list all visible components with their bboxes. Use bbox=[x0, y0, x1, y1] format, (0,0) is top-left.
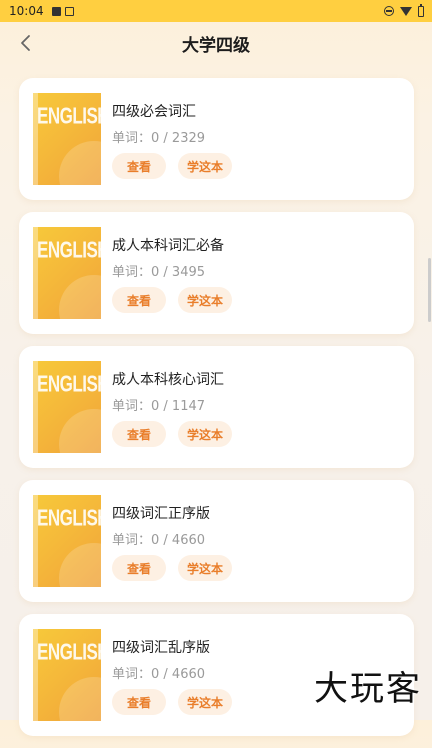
app-notification-icon bbox=[64, 6, 74, 16]
book-cover: ENGLISH bbox=[33, 93, 101, 185]
scrollbar[interactable] bbox=[428, 258, 431, 322]
book-title: 四级词汇乱序版 bbox=[112, 640, 210, 656]
word-count-label: 单词： bbox=[112, 265, 152, 280]
cover-text: ENGLISH bbox=[37, 103, 101, 129]
status-notification-icons bbox=[51, 6, 74, 16]
word-count-label: 单词： bbox=[112, 131, 152, 146]
word-count-value: 0 / 4660 bbox=[151, 533, 206, 548]
page-title: 大学四级 bbox=[182, 36, 250, 56]
book-card[interactable]: ENGLISH 四级词汇正序版 单词：0 / 4660 查看 学这本 bbox=[19, 480, 414, 602]
book-title: 成人本科词汇必备 bbox=[112, 238, 224, 254]
cover-swoosh bbox=[59, 275, 101, 319]
cover-text: ENGLISH bbox=[37, 371, 101, 397]
wifi-icon bbox=[400, 6, 412, 16]
book-title: 四级必会词汇 bbox=[112, 104, 196, 120]
view-button[interactable]: 查看 bbox=[112, 287, 166, 313]
word-count: 单词：0 / 1147 bbox=[112, 395, 205, 414]
cover-text: ENGLISH bbox=[37, 237, 101, 263]
cover-swoosh bbox=[59, 677, 101, 721]
header: 大学四级 bbox=[0, 22, 432, 66]
study-book-button[interactable]: 学这本 bbox=[178, 421, 232, 447]
book-cover: ENGLISH bbox=[33, 629, 101, 721]
book-title: 四级词汇正序版 bbox=[112, 506, 210, 522]
view-button[interactable]: 查看 bbox=[112, 153, 166, 179]
word-count-value: 0 / 2329 bbox=[151, 131, 206, 146]
cover-swoosh bbox=[59, 141, 101, 185]
view-button[interactable]: 查看 bbox=[112, 689, 166, 715]
word-count: 单词：0 / 3495 bbox=[112, 261, 205, 280]
cover-text: ENGLISH bbox=[37, 505, 101, 531]
status-system-icons bbox=[384, 3, 424, 17]
status-time: 10:04 bbox=[9, 4, 44, 18]
word-count: 单词：0 / 4660 bbox=[112, 663, 205, 682]
word-count-value: 0 / 3495 bbox=[151, 265, 206, 280]
study-book-button[interactable]: 学这本 bbox=[178, 555, 232, 581]
book-cover: ENGLISH bbox=[33, 495, 101, 587]
word-count-label: 单词： bbox=[112, 399, 152, 414]
word-count-label: 单词： bbox=[112, 667, 152, 682]
do-not-disturb-icon bbox=[384, 6, 394, 16]
status-bar: 10:04 bbox=[0, 0, 432, 22]
image-notification-icon bbox=[51, 6, 61, 16]
word-count-value: 0 / 4660 bbox=[151, 667, 206, 682]
book-list: ENGLISH 四级必会词汇 单词：0 / 2329 查看 学这本 ENGLIS… bbox=[19, 78, 414, 748]
cover-swoosh bbox=[59, 409, 101, 453]
battery-icon bbox=[418, 3, 424, 17]
book-card[interactable]: ENGLISH 成人本科词汇必备 单词：0 / 3495 查看 学这本 bbox=[19, 212, 414, 334]
cover-swoosh bbox=[59, 543, 101, 587]
book-card[interactable]: ENGLISH 成人本科核心词汇 单词：0 / 1147 查看 学这本 bbox=[19, 346, 414, 468]
study-book-button[interactable]: 学这本 bbox=[178, 689, 232, 715]
book-cover: ENGLISH bbox=[33, 361, 101, 453]
view-button[interactable]: 查看 bbox=[112, 555, 166, 581]
word-count: 单词：0 / 4660 bbox=[112, 529, 205, 548]
cover-text: ENGLISH bbox=[37, 639, 101, 665]
view-button[interactable]: 查看 bbox=[112, 421, 166, 447]
study-book-button[interactable]: 学这本 bbox=[178, 153, 232, 179]
word-count-value: 0 / 1147 bbox=[151, 399, 206, 414]
word-count: 单词：0 / 2329 bbox=[112, 127, 205, 146]
book-title: 成人本科核心词汇 bbox=[112, 372, 224, 388]
watermark: 大玩客 bbox=[314, 669, 422, 709]
study-book-button[interactable]: 学这本 bbox=[178, 287, 232, 313]
word-count-label: 单词： bbox=[112, 533, 152, 548]
book-card[interactable]: ENGLISH 四级必会词汇 单词：0 / 2329 查看 学这本 bbox=[19, 78, 414, 200]
book-cover: ENGLISH bbox=[33, 227, 101, 319]
